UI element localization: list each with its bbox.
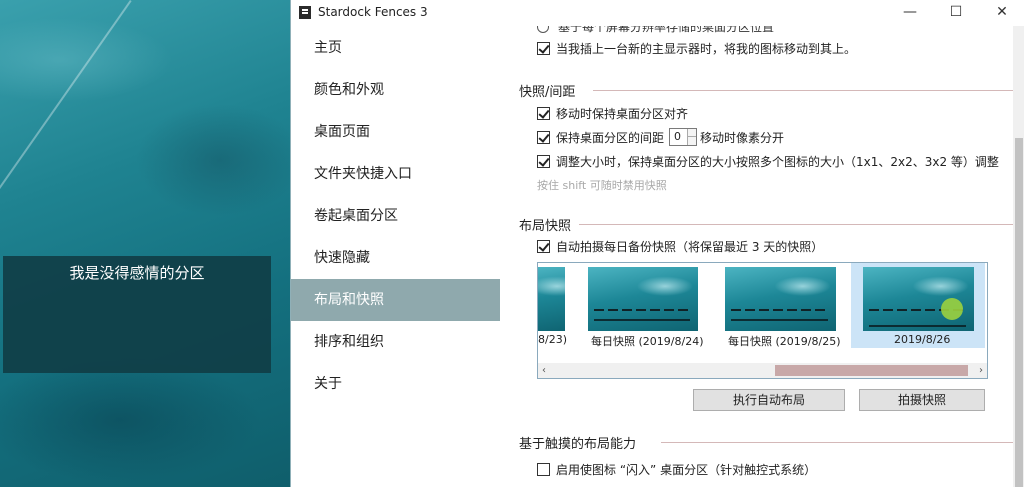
thumbnail-fence-bar bbox=[731, 319, 828, 321]
resize-snap-label: 调整大小时，保持桌面分区的大小按照多个图标的大小（1x1、2x2、3x2 等）调… bbox=[556, 154, 999, 169]
snapshot-list[interactable]: 8/23) 每日快照 (2019/8/24) 每日快照 (2019/8/25) … bbox=[537, 262, 988, 379]
auto-daily-label: 自动拍摄每日备份快照（将保留最近 3 天的快照） bbox=[556, 239, 824, 254]
keep-aligned-checkbox[interactable] bbox=[537, 106, 550, 120]
snap-section-divider bbox=[593, 90, 1013, 91]
snapshot-thumbnail[interactable] bbox=[538, 267, 565, 331]
take-snapshot-button[interactable]: 拍摄快照 bbox=[859, 389, 985, 411]
keep-spacing-checkbox[interactable] bbox=[537, 130, 550, 144]
sidebar-item-layout-snapshots[interactable]: 布局和快照 bbox=[291, 279, 500, 321]
resize-snap-checkbox[interactable] bbox=[537, 154, 550, 168]
sidebar-item-folder-portals[interactable]: 文件夹快捷入口 bbox=[291, 153, 500, 195]
keep-aligned-row[interactable]: 移动时保持桌面分区对齐 bbox=[537, 104, 688, 122]
move-to-primary-row[interactable]: 当我插上一台新的主显示器时，将我的图标移动到其上。 bbox=[537, 39, 856, 57]
snapshot-label: 8/23) bbox=[538, 333, 567, 346]
settings-content: 基于每个屏幕分辨率存储的桌面分区位置 当我插上一台新的主显示器时，将我的图标移动… bbox=[500, 26, 1013, 487]
sidebar-item-home[interactable]: 主页 bbox=[291, 27, 500, 69]
auto-layout-button[interactable]: 执行自动布局 bbox=[693, 389, 845, 411]
keep-spacing-label: 保持桌面分区的间距 bbox=[556, 130, 665, 145]
minimize-button[interactable]: — bbox=[887, 0, 933, 26]
sidebar-item-quick-hide[interactable]: 快速隐藏 bbox=[291, 237, 500, 279]
keep-spacing-row[interactable]: 保持桌面分区的间距 0 移动时像素分开 bbox=[537, 128, 784, 146]
snapshot-label: 每日快照 (2019/8/25) bbox=[728, 335, 841, 348]
snapshot-thumbnail[interactable] bbox=[725, 267, 836, 331]
thumbnail-fence-bar bbox=[594, 319, 690, 321]
snapshot-label: 2019/8/26 bbox=[894, 333, 951, 346]
click-indicator bbox=[941, 298, 963, 320]
layout-snapshots-title: 布局快照 bbox=[519, 219, 572, 234]
thumbnail-fence-bar bbox=[731, 309, 828, 311]
close-button[interactable]: ✕ bbox=[979, 0, 1024, 26]
shift-hint: 按住 shift 可随时禁用快照 bbox=[537, 179, 667, 192]
keep-aligned-label: 移动时保持桌面分区对齐 bbox=[556, 106, 689, 121]
fences-app-icon bbox=[299, 6, 311, 19]
window-title: Stardock Fences 3 bbox=[318, 5, 428, 19]
snapshot-horizontal-scrollbar[interactable]: ‹ › bbox=[538, 363, 987, 378]
fence-title[interactable]: 我是没得感情的分区 bbox=[3, 262, 271, 283]
fences-window: Stardock Fences 3 — ☐ ✕ 主页 颜色和外观 桌面页面 文件… bbox=[290, 0, 1024, 487]
title-bar[interactable]: Stardock Fences 3 — ☐ ✕ bbox=[291, 0, 1024, 26]
snap-section-title: 快照/间距 bbox=[519, 85, 576, 100]
desktop-fence[interactable]: 我是没得感情的分区 bbox=[3, 256, 271, 373]
sidebar-item-sort-organize[interactable]: 排序和组织 bbox=[291, 321, 500, 363]
snapshot-label: 每日快照 (2019/8/24) bbox=[591, 335, 704, 348]
sidebar-item-rollup[interactable]: 卷起桌面分区 bbox=[291, 195, 500, 237]
maximize-button[interactable]: ☐ bbox=[933, 0, 979, 26]
enable-flick-row[interactable]: 启用使图标 “闪入” 桌面分区（针对触控式系统） bbox=[537, 460, 816, 478]
enable-flick-label: 启用使图标 “闪入” 桌面分区（针对触控式系统） bbox=[556, 462, 817, 477]
horizontal-scrollbar-thumb[interactable] bbox=[775, 365, 968, 376]
move-to-primary-checkbox[interactable] bbox=[537, 41, 550, 55]
keep-spacing-suffix: 移动时像素分开 bbox=[700, 130, 785, 145]
move-to-primary-label: 当我插上一台新的主显示器时，将我的图标移动到其上。 bbox=[556, 41, 857, 56]
vertical-scrollbar[interactable] bbox=[1013, 26, 1024, 487]
snapshot-thumbnail[interactable] bbox=[863, 267, 974, 331]
layout-snapshots-divider bbox=[579, 224, 1013, 225]
sidebar-item-color-appearance[interactable]: 颜色和外观 bbox=[291, 69, 500, 111]
thumbnail-fence-bar bbox=[594, 309, 690, 311]
auto-daily-row[interactable]: 自动拍摄每日备份快照（将保留最近 3 天的快照） bbox=[537, 237, 823, 255]
thumbnail-fence-bar bbox=[869, 325, 966, 327]
per-resolution-label: 基于每个屏幕分辨率存储的桌面分区位置 bbox=[558, 26, 775, 34]
touch-section-divider bbox=[661, 442, 1013, 443]
auto-daily-checkbox[interactable] bbox=[537, 239, 550, 253]
sidebar-item-desktop-pages[interactable]: 桌面页面 bbox=[291, 111, 500, 153]
per-resolution-radio[interactable] bbox=[537, 26, 549, 33]
scroll-left-icon[interactable]: ‹ bbox=[542, 363, 546, 378]
background-streak bbox=[0, 0, 132, 206]
snapshot-thumbnail[interactable] bbox=[588, 267, 698, 331]
scroll-right-icon[interactable]: › bbox=[979, 363, 983, 378]
enable-flick-checkbox[interactable] bbox=[537, 462, 550, 476]
resize-snap-row[interactable]: 调整大小时，保持桌面分区的大小按照多个图标的大小（1x1、2x2、3x2 等）调… bbox=[537, 152, 999, 170]
touch-section-title: 基于触摸的布局能力 bbox=[519, 437, 637, 452]
desktop-background: 我是没得感情的分区 bbox=[0, 0, 290, 487]
sidebar-item-about[interactable]: 关于 bbox=[291, 363, 500, 405]
vertical-scrollbar-thumb[interactable] bbox=[1015, 138, 1023, 487]
sidebar: 主页 颜色和外观 桌面页面 文件夹快捷入口 卷起桌面分区 快速隐藏 布局和快照 … bbox=[291, 26, 500, 487]
spacing-stepper[interactable]: 0 bbox=[669, 128, 698, 146]
